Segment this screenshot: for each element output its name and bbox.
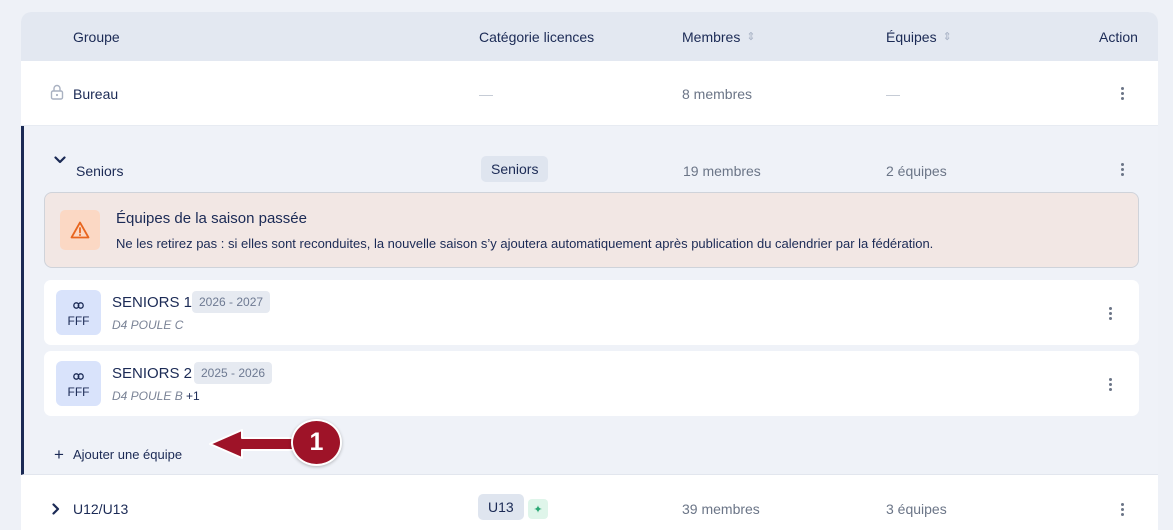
plus-icon: +: [54, 445, 64, 464]
members-count: 19 membres: [683, 163, 761, 179]
season-badge: 2025 - 2026: [194, 362, 273, 384]
team-card[interactable]: FFF SENIORS 2 2025 - 2026 D4 POULE B +1: [44, 351, 1139, 416]
header-teams[interactable]: Équipes ⇕: [886, 29, 952, 45]
link-icon: [73, 298, 84, 312]
add-team-button[interactable]: + Ajouter une équipe: [54, 446, 182, 463]
fff-link-badge: FFF: [56, 361, 101, 406]
team-menu-icon[interactable]: [1104, 303, 1116, 323]
link-icon: [73, 369, 84, 383]
header-teams-label: Équipes: [886, 29, 937, 45]
lock-icon: [50, 84, 64, 105]
fff-link-badge: FFF: [56, 290, 101, 335]
sort-icon[interactable]: ⇕: [943, 31, 952, 43]
members-count: 39 membres: [682, 501, 760, 517]
group-name: Bureau: [73, 86, 119, 102]
sparkle-icon: ✦: [528, 499, 548, 519]
team-name: SENIORS 1: [112, 294, 193, 311]
row-menu-icon[interactable]: [1116, 499, 1128, 519]
team-menu-icon[interactable]: [1104, 374, 1116, 394]
teams-count: —: [886, 86, 900, 102]
group-name[interactable]: Seniors: [76, 163, 123, 179]
header-group: Groupe: [73, 29, 120, 45]
members-count: 8 membres: [682, 86, 753, 102]
callout-number-badge: 1: [291, 419, 342, 466]
license-category-value: —: [479, 86, 493, 102]
division-label: D4 POULE C: [112, 318, 184, 332]
group-seniors-expanded: Seniors Seniors 19 membres 2 équipes Équ…: [21, 126, 1158, 475]
extra-division-count[interactable]: +1: [186, 389, 200, 403]
team-card[interactable]: FFF SENIORS 1 2026 - 2027 D4 POULE C: [44, 280, 1139, 345]
team-name: SENIORS 2: [112, 365, 193, 382]
fff-label: FFF: [67, 384, 90, 399]
fff-label: FFF: [67, 313, 90, 328]
alert-text: Ne les retirez pas : si elles sont recon…: [116, 236, 934, 251]
team-division: D4 POULE B +1: [112, 389, 200, 403]
team-division: D4 POULE C: [112, 318, 183, 332]
group-name[interactable]: U12/U13: [73, 501, 128, 517]
license-category-badge: U13: [478, 494, 524, 520]
license-category-badge: Seniors: [481, 156, 549, 182]
sort-icon[interactable]: ⇕: [746, 31, 755, 43]
table-header: Groupe Catégorie licences Membres ⇕ Équi…: [21, 12, 1158, 61]
header-members-label: Membres: [682, 29, 741, 45]
header-action: Action: [1099, 29, 1138, 45]
warning-triangle-icon: [60, 210, 100, 250]
add-team-label: Ajouter une équipe: [72, 447, 183, 462]
header-action-label: Action: [1099, 29, 1138, 45]
groups-table: Groupe Catégorie licences Membres ⇕ Équi…: [21, 12, 1158, 530]
header-license-category: Catégorie licences: [479, 29, 594, 45]
season-badge: 2026 - 2027: [192, 291, 271, 313]
header-members[interactable]: Membres ⇕: [682, 29, 756, 45]
table-row-bureau[interactable]: Bureau — 8 membres —: [21, 61, 1158, 126]
chevron-down-icon[interactable]: [54, 152, 66, 170]
row-menu-icon[interactable]: [1116, 159, 1128, 179]
header-group-label: Groupe: [73, 29, 120, 45]
chevron-right-icon[interactable]: [51, 502, 61, 520]
table-row-u12-u13[interactable]: U12/U13 U13 ✦ 39 membres 3 équipes: [21, 475, 1158, 530]
header-license-category-label: Catégorie licences: [479, 29, 595, 45]
row-menu-icon[interactable]: [1116, 83, 1128, 103]
callout-arrow-icon: [209, 429, 297, 459]
division-label: D4 POULE B: [112, 389, 183, 403]
teams-count: 2 équipes: [886, 163, 947, 179]
past-season-alert: Équipes de la saison passée Ne les retir…: [44, 192, 1139, 268]
alert-title: Équipes de la saison passée: [116, 210, 307, 227]
teams-count: 3 équipes: [886, 501, 947, 517]
